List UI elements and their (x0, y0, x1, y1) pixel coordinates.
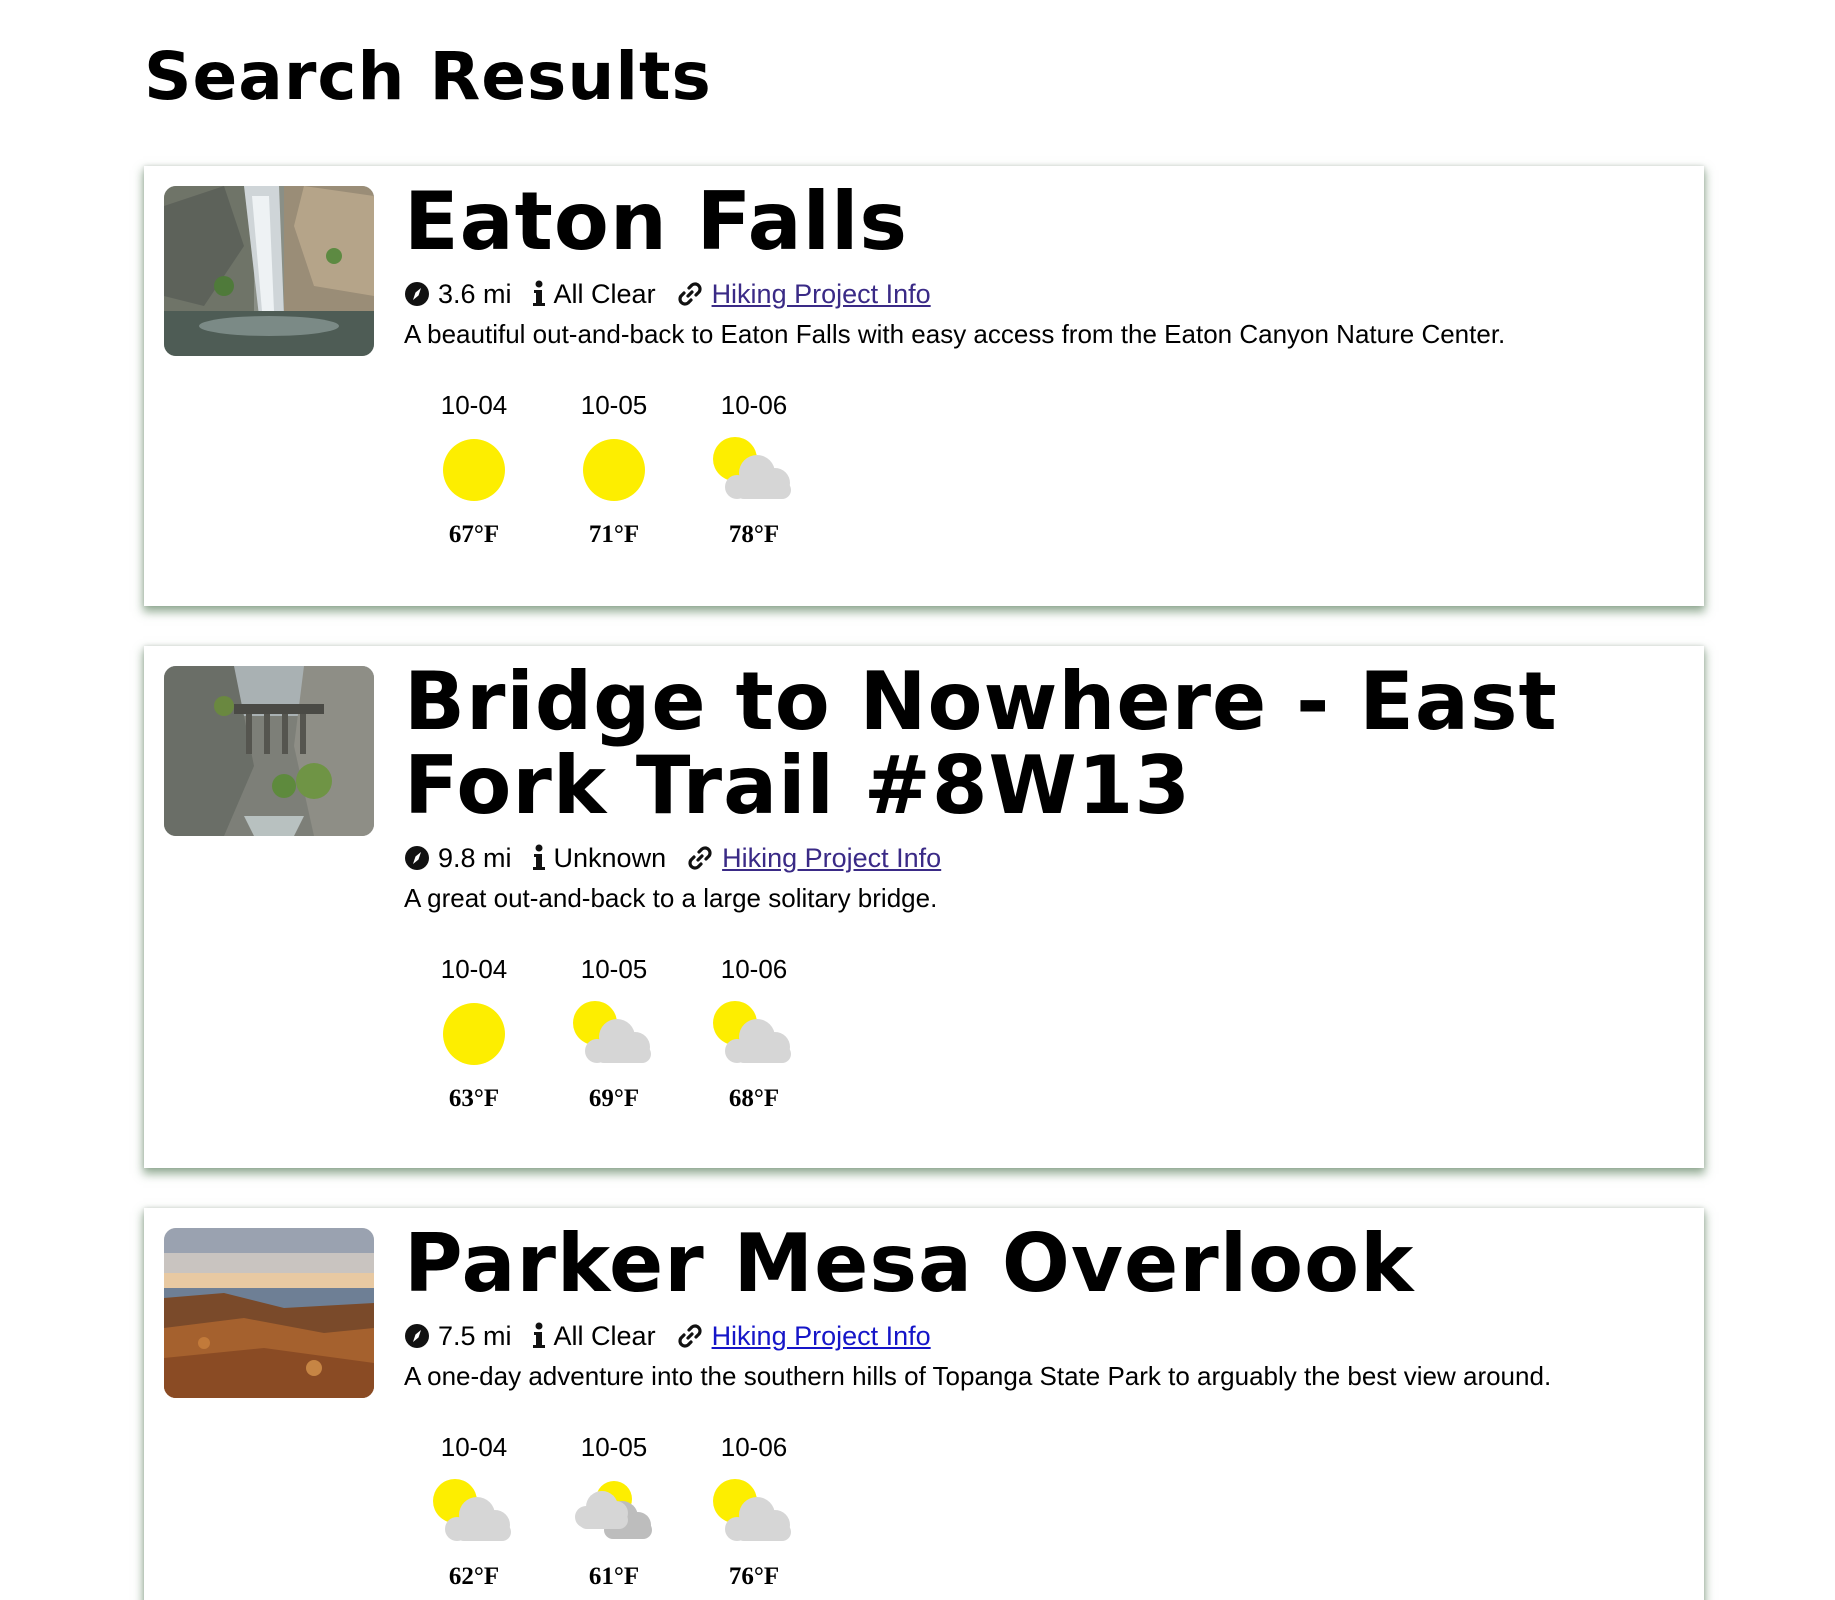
status-value: All Clear (553, 1320, 656, 1351)
status: All Clear (532, 1321, 656, 1352)
trail-description: A great out-and-back to a large solitary… (404, 883, 938, 913)
trail-photo[interactable] (164, 666, 374, 836)
forecast-temp: 68°F (728, 1085, 780, 1112)
forecast-temp: 63°F (448, 1085, 500, 1112)
sun-icon (544, 422, 684, 518)
partly-cloudy-icon (544, 986, 684, 1082)
forecast-temp: 78°F (728, 521, 780, 548)
forecast-day: 10-05 71°F (544, 388, 684, 552)
forecast-temp: 71°F (588, 521, 640, 548)
waterfall-photo (164, 186, 374, 356)
cloudy-icon (544, 1464, 684, 1560)
forecast-temp: 67°F (448, 521, 500, 548)
trail-card: Bridge to Nowhere - East Fork Trail #8W1… (144, 646, 1704, 1168)
trail-description: A beautiful out-and-back to Eaton Falls … (404, 319, 1506, 349)
link-icon (676, 1322, 704, 1350)
forecast-day: 10-05 61°F (544, 1430, 684, 1594)
compass-icon (404, 281, 430, 307)
trail-card: Eaton Falls 3.6 mi All Clear Hiking Proj… (144, 166, 1704, 606)
status-value: All Clear (553, 278, 656, 309)
trail-name[interactable]: Bridge to Nowhere - East Fork Trail #8W1… (404, 660, 1664, 828)
forecast-date: 10-06 (720, 390, 788, 420)
distance-value: 3.6 mi (438, 278, 512, 309)
canyon-bridge-photo (164, 666, 374, 836)
hiking-project-link[interactable]: Hiking Project Info (712, 1321, 931, 1352)
forecast-day: 10-06 68°F (684, 952, 824, 1116)
distance-value: 7.5 mi (438, 1320, 512, 1351)
weather-forecast: 10-04 63°F 10-05 69°F 10-06 68°F (404, 952, 1664, 1116)
sun-icon (404, 422, 544, 518)
forecast-temp: 61°F (588, 1563, 640, 1590)
info-icon (532, 844, 546, 872)
weather-forecast: 10-04 62°F 10-05 61°F 10-06 76°F (404, 1430, 1664, 1594)
trail-name[interactable]: Eaton Falls (404, 180, 1664, 264)
distance: 9.8 mi (404, 843, 512, 874)
forecast-temp: 62°F (448, 1563, 500, 1590)
sun-icon (404, 986, 544, 1082)
info-link-group: Hiking Project Info (676, 1321, 931, 1352)
trail-card: Parker Mesa Overlook 7.5 mi All Clear Hi… (144, 1208, 1704, 1600)
trail-photo[interactable] (164, 186, 374, 356)
compass-icon (404, 845, 430, 871)
partly-cloudy-icon (404, 1464, 544, 1560)
partly-cloudy-icon (684, 422, 824, 518)
distance: 3.6 mi (404, 279, 512, 310)
status: All Clear (532, 279, 656, 310)
forecast-temp: 76°F (728, 1563, 780, 1590)
trail-name[interactable]: Parker Mesa Overlook (404, 1222, 1664, 1306)
forecast-date: 10-04 (440, 954, 508, 984)
forecast-date: 10-06 (720, 954, 788, 984)
distance-value: 9.8 mi (438, 842, 512, 873)
hiking-project-link[interactable]: Hiking Project Info (712, 279, 931, 310)
hiking-project-link[interactable]: Hiking Project Info (722, 843, 941, 874)
forecast-day: 10-06 76°F (684, 1430, 824, 1594)
link-icon (676, 280, 704, 308)
forecast-temp: 69°F (588, 1085, 640, 1112)
info-icon (532, 280, 546, 308)
forecast-day: 10-06 78°F (684, 388, 824, 552)
info-link-group: Hiking Project Info (686, 843, 941, 874)
forecast-day: 10-05 69°F (544, 952, 684, 1116)
info-link-group: Hiking Project Info (676, 279, 931, 310)
forecast-day: 10-04 62°F (404, 1430, 544, 1594)
forecast-date: 10-05 (580, 1432, 648, 1462)
forecast-date: 10-05 (580, 390, 648, 420)
status-value: Unknown (553, 842, 667, 873)
compass-icon (404, 1323, 430, 1349)
forecast-day: 10-04 67°F (404, 388, 544, 552)
forecast-date: 10-04 (440, 1432, 508, 1462)
coastal-overlook-photo (164, 1228, 374, 1398)
forecast-date: 10-04 (440, 390, 508, 420)
forecast-day: 10-04 63°F (404, 952, 544, 1116)
weather-forecast: 10-04 67°F 10-05 71°F 10-06 78°F (404, 388, 1664, 552)
forecast-date: 10-05 (580, 954, 648, 984)
forecast-date: 10-06 (720, 1432, 788, 1462)
trail-meta: 3.6 mi All Clear Hiking Project Info (404, 274, 1664, 314)
trail-description: A one-day adventure into the southern hi… (404, 1361, 1552, 1391)
trail-meta: 7.5 mi All Clear Hiking Project Info (404, 1316, 1664, 1356)
trail-meta: 9.8 mi Unknown Hiking Project Info (404, 838, 1664, 878)
link-icon (686, 844, 714, 872)
distance: 7.5 mi (404, 1321, 512, 1352)
info-icon (532, 1322, 546, 1350)
partly-cloudy-icon (684, 986, 824, 1082)
partly-cloudy-icon (684, 1464, 824, 1560)
status: Unknown (532, 842, 667, 874)
page-title: Search Results (144, 38, 712, 115)
trail-photo[interactable] (164, 1228, 374, 1398)
